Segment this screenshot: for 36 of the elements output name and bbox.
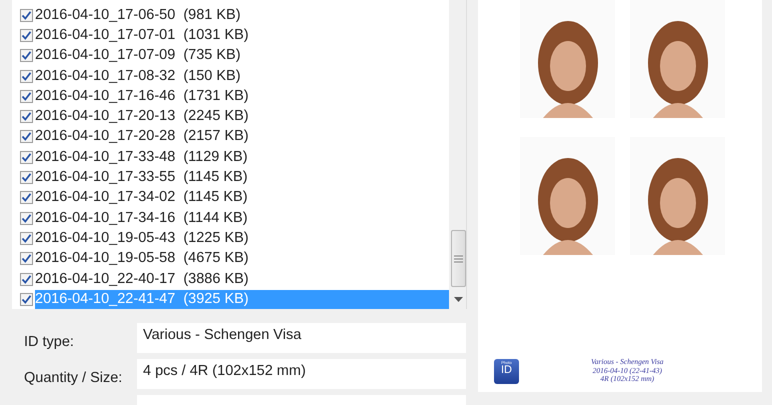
file-list-item[interactable]: 2016-04-10_19-05-58 (4675 KB): [35, 249, 255, 268]
file-list-item[interactable]: 2016-04-10_17-20-13 (2245 KB): [35, 107, 255, 126]
checkbox[interactable]: [20, 90, 33, 103]
file-list-item[interactable]: 2016-04-10_19-05-43 (1225 KB): [35, 228, 255, 248]
file-list-item[interactable]: 2016-04-10_17-34-16 (1144 KB): [35, 208, 254, 228]
checkbox[interactable]: [20, 171, 33, 184]
scrollbar-thumb[interactable]: [451, 230, 466, 287]
checkbox[interactable]: [20, 292, 33, 306]
checkbox[interactable]: [20, 232, 33, 245]
checkbox[interactable]: [20, 49, 33, 62]
value-field: 4 pcs / 4R (102x152 mm): [137, 359, 466, 390]
scrollbar[interactable]: [449, 0, 466, 310]
file-list-item[interactable]: 2016-04-10_17-08-32 (150 KB): [35, 66, 247, 86]
file-list-item[interactable]: 2016-04-10_17-16-46 (1731 KB): [35, 86, 255, 106]
checkbox[interactable]: [20, 150, 33, 164]
checkbox[interactable]: [20, 70, 33, 83]
file-list-item[interactable]: 2016-04-10_17-33-55 (1145 KB): [35, 168, 254, 188]
file-list-item[interactable]: 2016-04-10_17-33-48 (1129 KB): [35, 148, 254, 167]
file-list-item[interactable]: 2016-04-10_22-40-17 (3886 KB): [35, 270, 255, 288]
checkbox[interactable]: [20, 252, 33, 266]
file-list-item[interactable]: 2016-04-10_17-07-09 (735 KB): [35, 46, 247, 66]
checkbox[interactable]: [20, 110, 33, 124]
field-label: ID type:: [23, 333, 75, 350]
checkbox[interactable]: [20, 8, 33, 22]
checkbox[interactable]: [20, 28, 33, 42]
field-label: Quantity / Size:: [23, 369, 124, 386]
file-list-item[interactable]: 2016-04-10_17-07-01 (1031 KB): [35, 26, 255, 45]
file-list-item[interactable]: 2016-04-10_17-34-02 (1145 KB): [35, 188, 254, 208]
file-list-item[interactable]: 2016-04-10_17-06-50 (981 KB): [35, 6, 247, 25]
checkbox[interactable]: [20, 272, 33, 286]
checkbox[interactable]: [20, 212, 33, 225]
scroll-down-arrow-icon[interactable]: [454, 297, 463, 302]
checkbox[interactable]: [20, 191, 33, 204]
value-field: Various - Schengen Visa: [137, 323, 466, 354]
file-list-item[interactable]: 2016-04-10_17-20-28 (2157 KB): [35, 127, 255, 146]
checkbox[interactable]: [20, 130, 33, 144]
